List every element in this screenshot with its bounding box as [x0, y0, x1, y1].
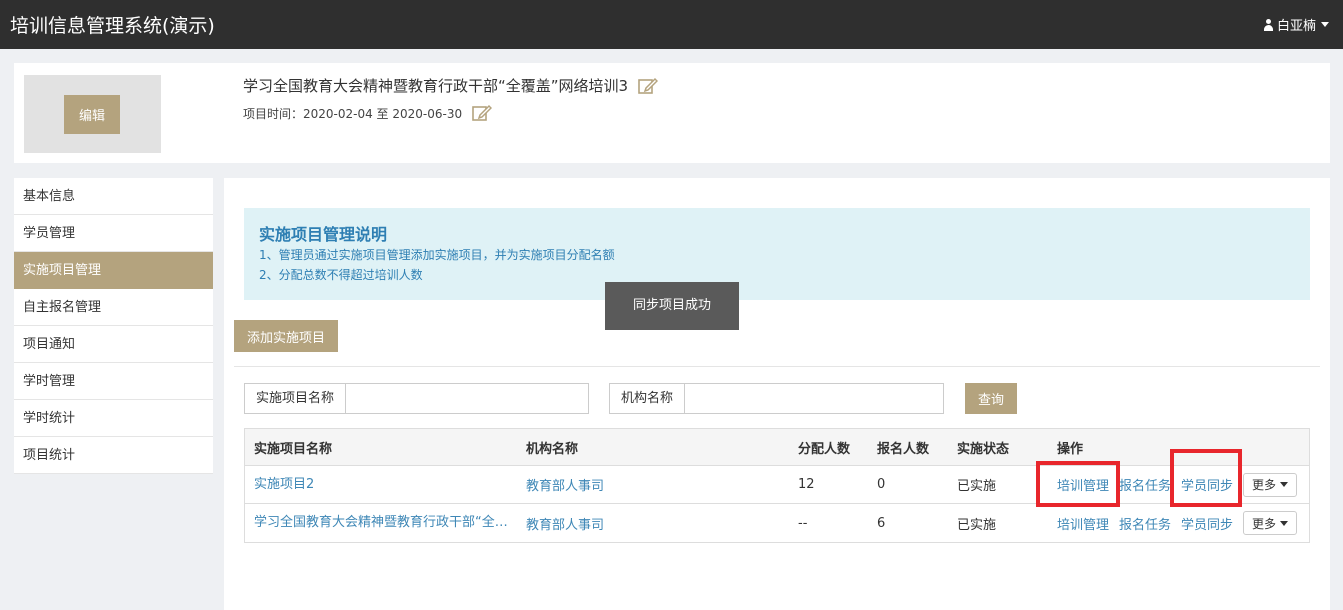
edit-time-icon[interactable]: [472, 104, 493, 122]
divider: [234, 366, 1320, 367]
sidebar-item-basic-info[interactable]: 基本信息: [14, 178, 213, 215]
column-header: 实施项目名称: [254, 441, 333, 457]
chevron-down-icon: [1321, 22, 1329, 27]
add-implementation-project-button[interactable]: 添加实施项目: [234, 320, 338, 352]
org-name-input[interactable]: [685, 384, 943, 413]
project-header: 编辑 学习全国教育大会精神暨教育行政干部“全覆盖”网络培训3 项目时间：2020…: [14, 63, 1330, 163]
project-name-label: 实施项目名称: [245, 384, 347, 413]
project-name-link[interactable]: 实施项目2: [254, 466, 514, 503]
registration-task-link[interactable]: 报名任务: [1119, 475, 1171, 494]
user-name: 白亚楠: [1276, 19, 1316, 34]
project-thumbnail: 编辑: [24, 75, 161, 153]
column-header: 实施状态: [957, 441, 1010, 457]
info-line: 2、分配总数不得超过培训人数: [259, 268, 423, 282]
sidebar-item-project-statistics[interactable]: 项目统计: [14, 437, 213, 474]
allocated-count: --: [798, 515, 808, 531]
column-header: 分配人数: [798, 441, 851, 457]
org-name-link[interactable]: 教育部人事司: [526, 514, 604, 533]
table-row: 学习全国教育大会精神暨教育行政干部“全覆盖”网络培训3 教育部人事司 -- 6 …: [245, 504, 1309, 542]
project-time: 项目时间：2020-02-04 至 2020-06-30: [243, 106, 463, 121]
student-sync-link[interactable]: 学员同步: [1181, 514, 1233, 533]
column-header: 机构名称: [526, 441, 579, 457]
allocated-count: 12: [798, 477, 815, 492]
table-header: 实施项目名称 机构名称 分配人数 报名人数 实施状态 操作: [245, 429, 1309, 466]
sidebar-item-hours-management[interactable]: 学时管理: [14, 363, 213, 400]
column-header: 报名人数: [877, 441, 930, 457]
project-title-row: 学习全国教育大会精神暨教育行政干部“全覆盖”网络培训3: [243, 75, 659, 96]
status-text: 已实施: [957, 517, 997, 533]
project-name-input[interactable]: [346, 384, 588, 413]
toast-message: 同步项目成功: [605, 282, 739, 330]
sidebar: 基本信息 学员管理 实施项目管理 自主报名管理 项目通知 学时管理 学时统计 项…: [14, 178, 213, 474]
org-name-filter: 机构名称: [609, 383, 944, 414]
info-line: 1、管理员通过实施项目管理添加实施项目，并为实施项目分配名额: [259, 248, 615, 262]
user-icon: [1263, 18, 1274, 31]
sidebar-item-hours-statistics[interactable]: 学时统计: [14, 400, 213, 437]
project-name-link[interactable]: 学习全国教育大会精神暨教育行政干部“全覆盖”网络培训3: [254, 504, 514, 542]
sidebar-item-notices[interactable]: 项目通知: [14, 326, 213, 363]
training-management-link[interactable]: 培训管理: [1057, 514, 1109, 533]
sidebar-item-students[interactable]: 学员管理: [14, 215, 213, 252]
query-button[interactable]: 查询: [965, 383, 1017, 414]
sidebar-item-self-registration[interactable]: 自主报名管理: [14, 289, 213, 326]
project-title: 学习全国教育大会精神暨教育行政干部“全覆盖”网络培训3: [243, 77, 629, 95]
more-dropdown-button[interactable]: 更多: [1243, 472, 1298, 497]
highlight-box-training-management: [1036, 461, 1120, 507]
status-text: 已实施: [957, 479, 997, 494]
user-menu[interactable]: 白亚楠: [1263, 15, 1329, 34]
edit-title-icon[interactable]: [638, 77, 659, 95]
more-label: 更多: [1252, 478, 1277, 492]
info-title: 实施项目管理说明: [259, 225, 388, 244]
app-title: 培训信息管理系统(演示): [10, 15, 215, 37]
project-name-filter: 实施项目名称: [244, 383, 589, 414]
org-name-label: 机构名称: [610, 384, 686, 413]
table-row: 实施项目2 教育部人事司 12 0 已实施 培训管理 报名任务 学员同步 更多: [245, 466, 1309, 504]
info-box: 实施项目管理说明 1、管理员通过实施项目管理添加实施项目，并为实施项目分配名额 …: [244, 208, 1310, 300]
highlight-box-student-sync: [1170, 449, 1242, 507]
project-time-row: 项目时间：2020-02-04 至 2020-06-30: [243, 104, 493, 122]
edit-thumbnail-button[interactable]: 编辑: [64, 95, 120, 134]
chevron-down-icon: [1280, 520, 1289, 526]
main-panel: 实施项目管理说明 1、管理员通过实施项目管理添加实施项目，并为实施项目分配名额 …: [224, 178, 1330, 610]
more-dropdown-button[interactable]: 更多: [1243, 511, 1298, 535]
top-bar: 培训信息管理系统(演示) 白亚楠: [0, 0, 1343, 49]
enrolled-count: 6: [877, 515, 886, 531]
registration-task-link[interactable]: 报名任务: [1119, 514, 1171, 533]
enrolled-count: 0: [877, 477, 886, 492]
org-name-link[interactable]: 教育部人事司: [526, 475, 604, 494]
projects-table: 实施项目名称 机构名称 分配人数 报名人数 实施状态 操作 实施项目2 教育部人…: [244, 428, 1310, 543]
chevron-down-icon: [1280, 482, 1289, 487]
row-operations: 培训管理 报名任务 学员同步 更多: [1057, 504, 1307, 542]
sidebar-item-implementation-projects[interactable]: 实施项目管理: [14, 252, 213, 289]
more-label: 更多: [1252, 516, 1277, 531]
